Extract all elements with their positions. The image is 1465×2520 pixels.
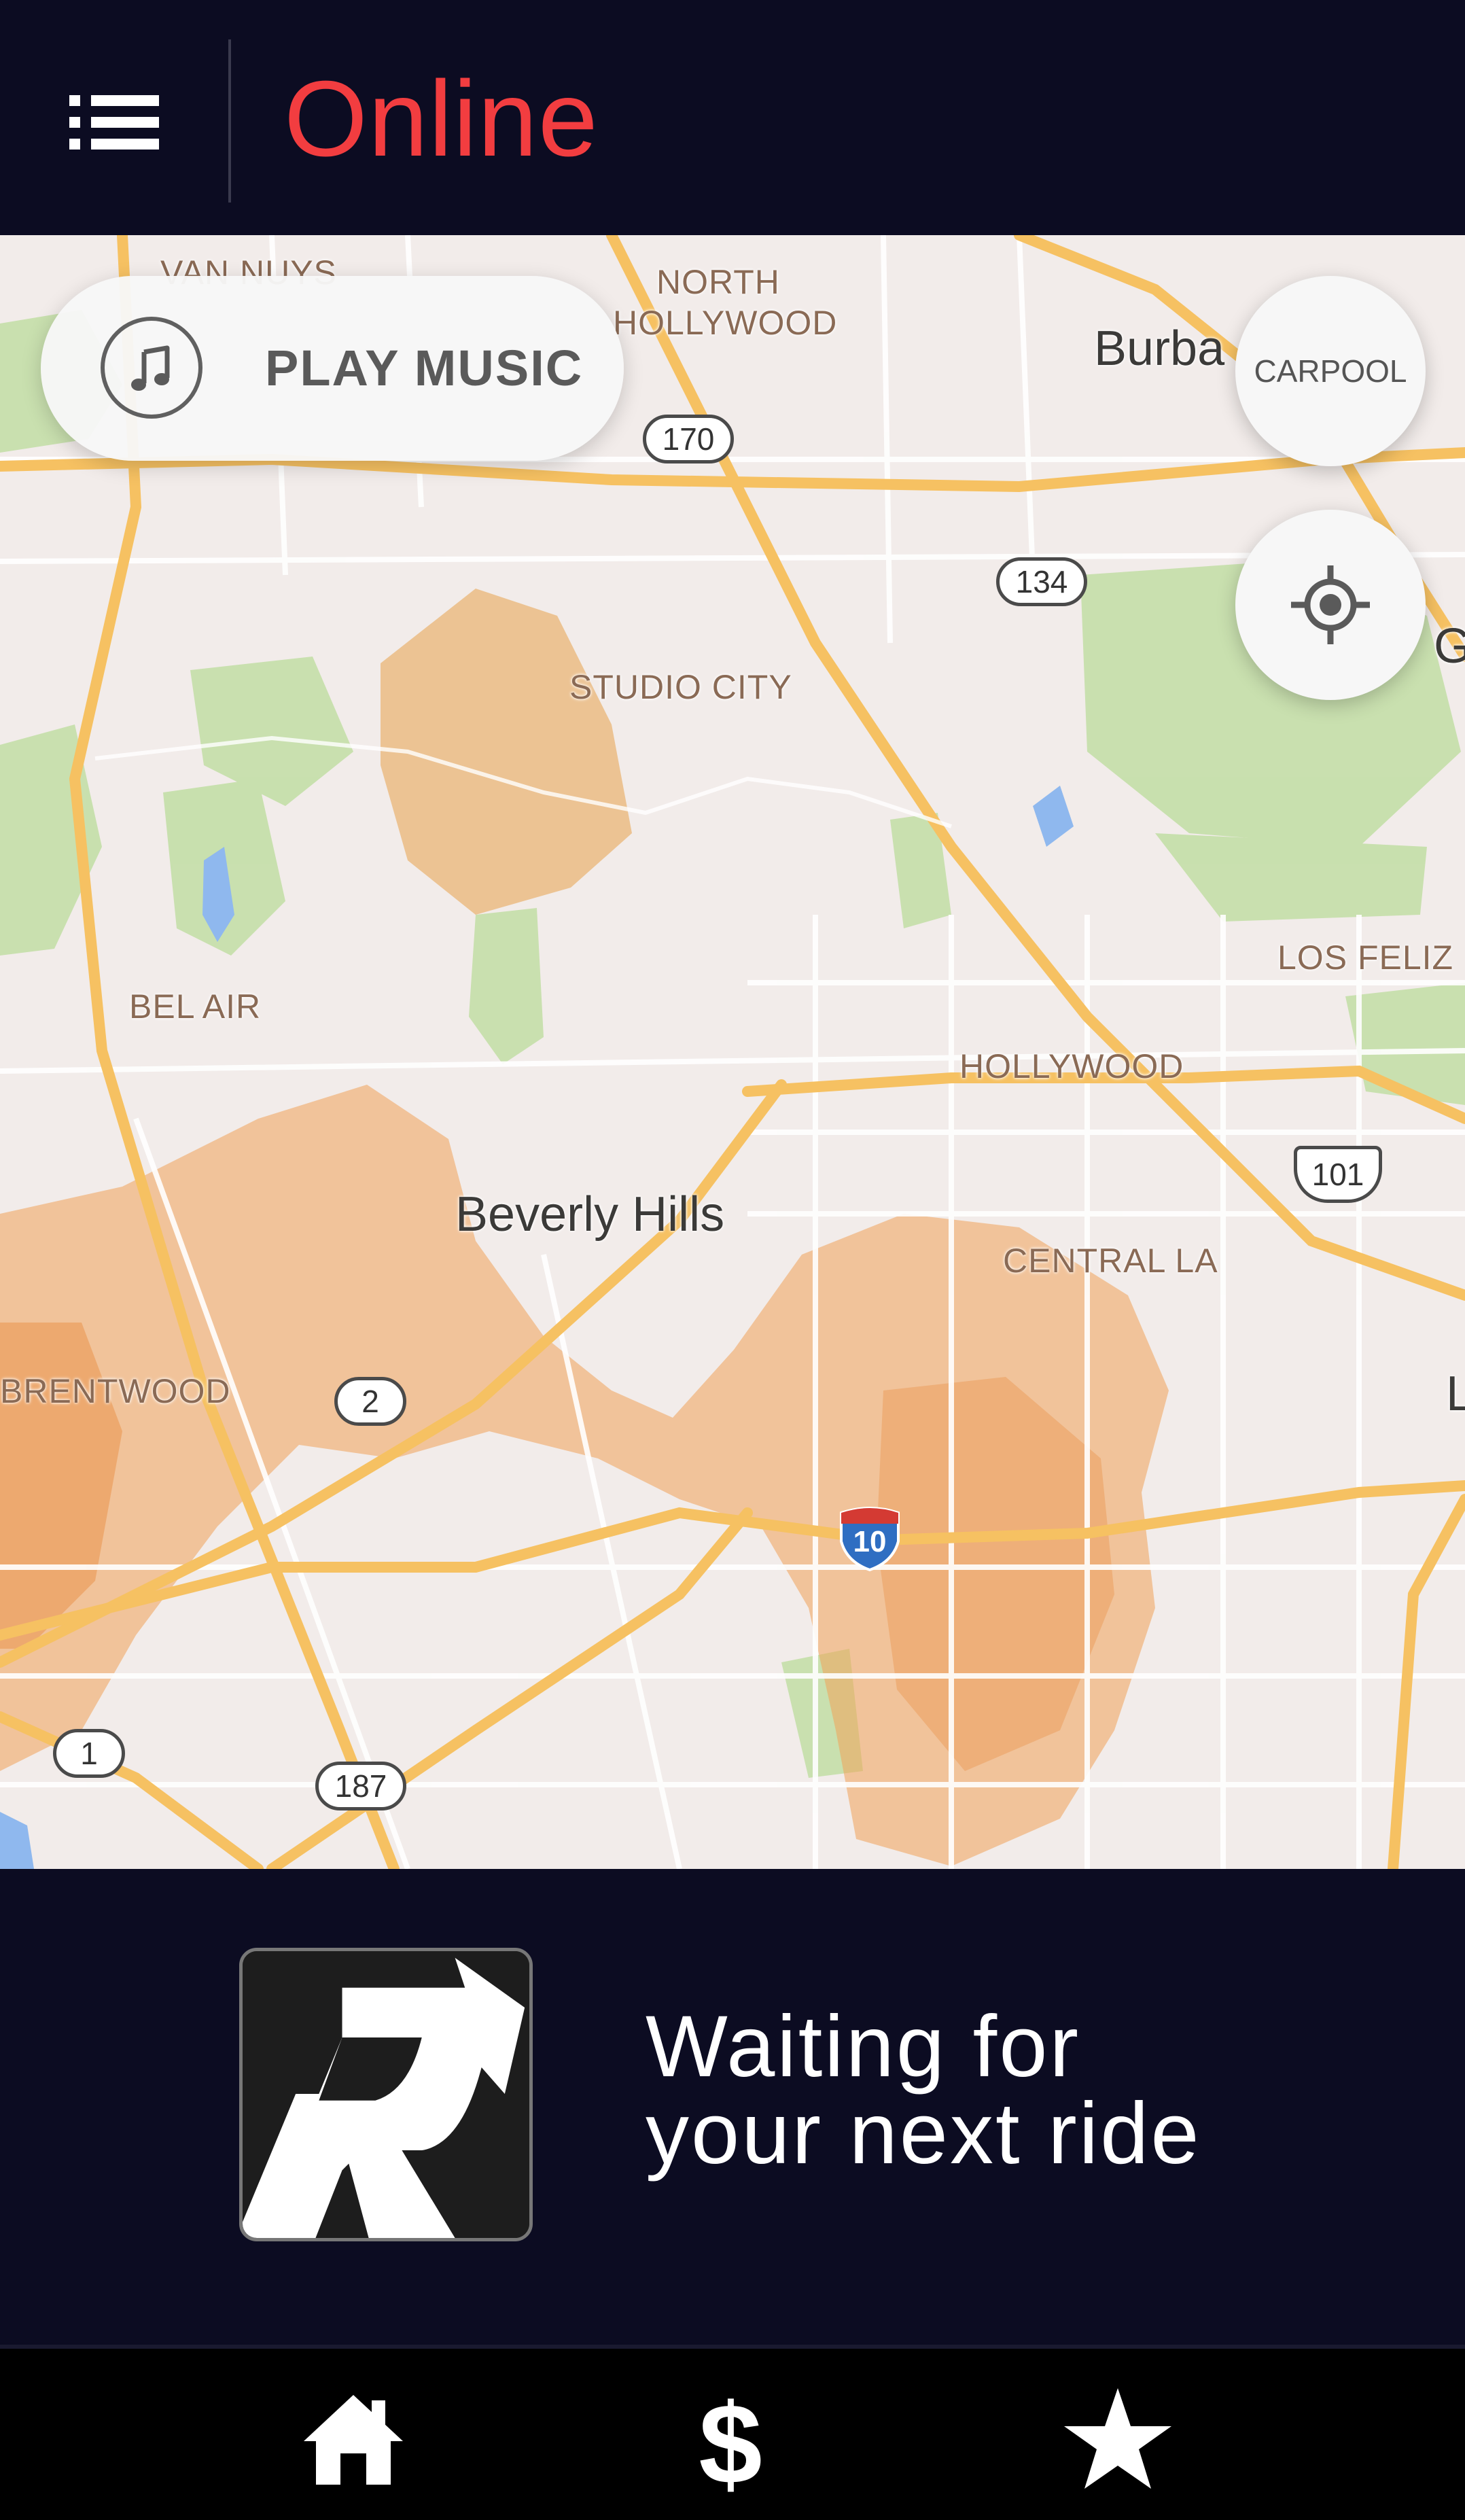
place-label-edge-g: G xyxy=(1434,619,1465,673)
waiting-message: Waiting for your next ride xyxy=(646,2003,1201,2177)
online-status-title: Online xyxy=(284,59,599,179)
map-view[interactable]: VAN NUYS NORTH HOLLYWOOD Burba STUDIO CI… xyxy=(0,235,1465,1869)
list-icon xyxy=(69,95,159,150)
nav-ratings-button[interactable] xyxy=(1060,2383,1176,2498)
top-bar: Online xyxy=(0,0,1465,235)
r-logo-icon xyxy=(243,1951,529,2238)
route-shield-101: 101 xyxy=(1294,1146,1382,1203)
waiting-message-line1: Waiting for xyxy=(646,1998,1080,2095)
bottom-navigation: $ xyxy=(0,2345,1465,2520)
carpool-button[interactable]: CARPOOL xyxy=(1235,276,1426,466)
place-label-los-feliz: LOS FELIZ xyxy=(1277,939,1454,977)
ride-status-panel: Waiting for your next ride xyxy=(0,1869,1465,2345)
nav-earnings-button[interactable]: $ xyxy=(673,2380,788,2508)
route-shield-170: 170 xyxy=(643,415,734,463)
crosshair-icon xyxy=(1291,565,1370,644)
place-label-brentwood: BRENTWOOD xyxy=(0,1372,231,1410)
dollar-icon: $ xyxy=(699,2380,762,2508)
recenter-location-button[interactable] xyxy=(1235,510,1426,700)
place-label-central-la: CENTRAL LA xyxy=(1003,1242,1218,1280)
place-label-beverly-hills: Beverly Hills xyxy=(455,1187,725,1242)
place-label-north-hollywood-line2: HOLLYWOOD xyxy=(613,304,838,342)
route-shield-134: 134 xyxy=(996,557,1087,606)
svg-text:$: $ xyxy=(699,2383,762,2498)
route-shield-187: 187 xyxy=(315,1762,406,1810)
interstate-shield-number: 10 xyxy=(853,1525,887,1558)
home-icon xyxy=(304,2395,403,2485)
place-label-edge-l: L xyxy=(1446,1367,1465,1421)
map-canvas xyxy=(0,235,1465,1869)
place-label-studio-city: STUDIO CITY xyxy=(569,668,792,706)
play-music-button[interactable]: PLAY MUSIC xyxy=(41,276,624,461)
waiting-message-line2: your next ride xyxy=(646,2085,1201,2182)
interstate-shield-10: 10 xyxy=(839,1506,901,1572)
place-label-hollywood: HOLLYWOOD xyxy=(959,1047,1184,1085)
route-shield-1: 1 xyxy=(53,1729,125,1778)
app-logo xyxy=(239,1948,533,2241)
star-icon xyxy=(1064,2388,1171,2489)
route-shield-2: 2 xyxy=(334,1377,406,1426)
place-label-bel-air: BEL AIR xyxy=(129,987,262,1026)
menu-button[interactable] xyxy=(60,75,169,170)
nav-home-button[interactable] xyxy=(296,2383,411,2498)
place-label-north-hollywood-line1: NORTH xyxy=(656,263,780,301)
music-note-icon xyxy=(101,317,202,419)
carpool-label: CARPOOL xyxy=(1254,353,1407,389)
header-divider xyxy=(228,39,231,203)
play-music-label: PLAY MUSIC xyxy=(265,340,584,396)
place-label-burbank: Burba xyxy=(1094,321,1225,376)
